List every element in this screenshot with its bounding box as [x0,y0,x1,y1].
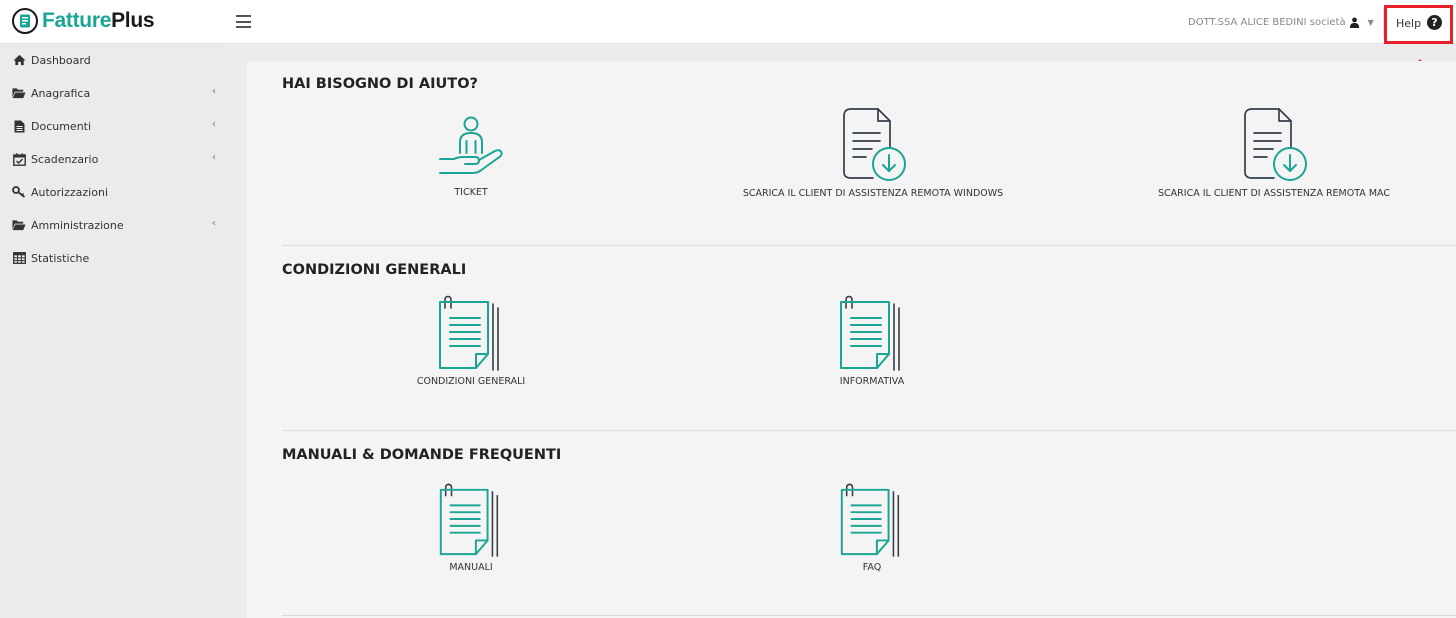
sidebar-item-label: Documenti [31,119,92,133]
hand-person-icon [439,116,503,174]
section-divider [282,430,1456,431]
tile-label: SCARICA IL CLIENT DI ASSISTENZA REMOTA M… [1158,188,1390,199]
sidebar-item-dashboard[interactable]: Dashboard [12,52,216,68]
tile-manuali[interactable]: MANUALI [371,482,571,573]
sidebar-item-anagrafica[interactable]: Anagrafica ‹ [12,85,216,101]
section-title-general-conditions: CONDIZIONI GENERALI [282,262,467,278]
brand-name-part1: Fatture [42,9,112,32]
section-title-manuals-faq: MANUALI & DOMANDE FREQUENTI [282,447,562,463]
tile-label: TICKET [454,187,488,198]
sidebar: Dashboard Anagrafica ‹ Documenti ‹ Scade… [0,44,226,618]
user-menu[interactable]: DOTT.SSA ALICE BEDINI società ▼ [1188,17,1374,28]
home-icon [12,53,26,67]
clipped-document-icon [439,295,499,371]
tile-label: MANUALI [449,562,493,573]
tile-label: INFORMATIVA [839,376,905,387]
user-icon [1349,17,1359,28]
sidebar-item-label: Dashboard [31,53,91,67]
brand-name-part2: Plus [111,9,155,32]
clipped-document-icon [840,483,900,557]
key-icon [12,185,26,199]
tile-label: FAQ [862,562,882,573]
chevron-down-icon: ▼ [1367,18,1374,27]
main-content: HAI BISOGNO DI AIUTO? TICKET SCARICA IL … [247,61,1456,618]
section-divider [282,615,1456,616]
tile-ticket[interactable]: TICKET [421,113,521,198]
chevron-left-icon: ‹ [212,218,216,229]
sidebar-item-label: Anagrafica [31,86,91,100]
document-download-icon [843,108,906,181]
clipped-document-icon [840,295,900,371]
menu-toggle-icon[interactable] [236,15,251,28]
top-bar: FatturePlus DOTT.SSA ALICE BEDINI societ… [0,0,1456,44]
table-icon [12,251,26,265]
sidebar-item-amministrazione[interactable]: Amministrazione ‹ [12,217,216,233]
chevron-left-icon: ‹ [212,86,216,97]
tile-informativa[interactable]: INFORMATIVA [772,294,972,387]
chevron-left-icon: ‹ [212,152,216,163]
brand-name: FatturePlus [42,9,155,33]
document-icon [12,119,26,133]
sidebar-item-label: Statistiche [31,251,90,265]
sidebar-item-scadenzario[interactable]: Scadenzario ‹ [12,151,216,167]
tile-label: CONDIZIONI GENERALI [416,376,526,387]
chevron-left-icon: ‹ [212,119,216,130]
sidebar-item-statistiche[interactable]: Statistiche [12,250,216,266]
sidebar-item-label: Autorizzazioni [31,185,108,199]
tile-label: SCARICA IL CLIENT DI ASSISTENZA REMOTA W… [742,188,1004,199]
folder-open-icon [12,86,26,100]
folder-open-icon [12,218,26,232]
sidebar-item-documenti[interactable]: Documenti ‹ [12,118,216,134]
tile-general-conditions[interactable]: CONDIZIONI GENERALI [371,294,571,387]
clipped-document-icon [439,483,499,557]
logo-icon [12,8,38,34]
calendar-check-icon [12,152,26,166]
sidebar-item-label: Scadenzario [31,152,99,166]
section-title-help: HAI BISOGNO DI AIUTO? [282,76,478,92]
tile-download-windows-client[interactable]: SCARICA IL CLIENT DI ASSISTENZA REMOTA W… [723,106,1023,199]
tile-download-mac-client[interactable]: SCARICA IL CLIENT DI ASSISTENZA REMOTA M… [1124,106,1424,199]
user-name: DOTT.SSA ALICE BEDINI società [1188,17,1346,28]
annotation-highlight-box [1384,5,1453,44]
document-download-icon [1244,108,1307,181]
sidebar-item-label: Amministrazione [31,218,124,232]
section-divider [282,245,1456,246]
sidebar-item-autorizzazioni[interactable]: Autorizzazioni [12,184,216,200]
brand-logo[interactable]: FatturePlus [12,8,155,34]
tile-faq[interactable]: FAQ [772,482,972,573]
